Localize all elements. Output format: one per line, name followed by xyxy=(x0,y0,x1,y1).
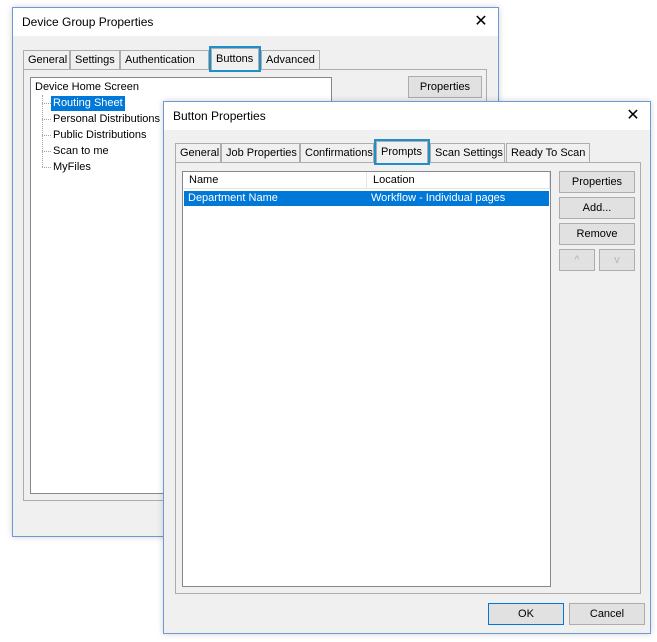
column-header-name[interactable]: Name xyxy=(183,172,367,189)
ok-button[interactable]: OK xyxy=(488,603,564,625)
tree-connector xyxy=(42,167,51,168)
device-properties-button[interactable]: Properties xyxy=(408,76,482,98)
list-item-location: Workflow - Individual pages xyxy=(371,192,506,204)
tab-general[interactable]: General xyxy=(175,143,221,162)
button-tab-panel: Name Location Department Name Workflow -… xyxy=(175,162,641,594)
tree-item-public-distributions[interactable]: Public Distributions xyxy=(51,128,149,143)
tab-job-properties[interactable]: Job Properties xyxy=(221,143,300,162)
tab-confirmations[interactable]: Confirmations xyxy=(300,143,374,162)
tree-item-myfiles[interactable]: MyFiles xyxy=(51,160,93,175)
tree-item-personal-distributions[interactable]: Personal Distributions xyxy=(51,112,162,127)
list-item[interactable]: Department Name Workflow - Individual pa… xyxy=(184,191,549,206)
tab-buttons[interactable]: Buttons xyxy=(209,46,261,72)
remove-prompt-button[interactable]: Remove xyxy=(559,223,635,245)
column-header-location[interactable]: Location xyxy=(367,172,550,189)
close-icon[interactable]: ✕ xyxy=(622,105,644,127)
tab-authentication[interactable]: Authentication xyxy=(120,50,209,69)
button-properties-title-bar: Button Properties ✕ xyxy=(164,102,650,130)
tab-advanced[interactable]: Advanced xyxy=(261,50,320,69)
cancel-button[interactable]: Cancel xyxy=(569,603,645,625)
dialog-title: Device Group Properties xyxy=(22,15,154,29)
dialog-title: Button Properties xyxy=(173,109,266,123)
button-properties-dialog: Button Properties ✕ General Job Properti… xyxy=(163,101,651,634)
tree-root-device-home-screen[interactable]: Device Home Screen xyxy=(33,80,141,95)
tree-connector xyxy=(42,95,43,167)
tab-settings[interactable]: Settings xyxy=(70,50,120,69)
device-group-title-bar: Device Group Properties ✕ xyxy=(13,8,498,36)
button-tab-strip: General Job Properties Confirmations Pro… xyxy=(175,139,595,165)
device-tab-strip: General Settings Authentication Buttons … xyxy=(23,46,323,72)
move-up-button[interactable]: ^ xyxy=(559,249,595,271)
tree-connector xyxy=(42,135,51,136)
prompts-list[interactable]: Name Location Department Name Workflow -… xyxy=(182,171,551,587)
tree-item-routing-sheet[interactable]: Routing Sheet xyxy=(51,96,125,111)
tab-scan-settings[interactable]: Scan Settings xyxy=(430,143,505,162)
move-down-button[interactable]: v xyxy=(599,249,635,271)
tree-connector xyxy=(42,151,51,152)
add-prompt-button[interactable]: Add... xyxy=(559,197,635,219)
tree-connector xyxy=(42,103,51,104)
tree-connector xyxy=(42,119,51,120)
list-item-name: Department Name xyxy=(188,192,278,204)
tree-item-scan-to-me[interactable]: Scan to me xyxy=(51,144,111,159)
prompt-properties-button[interactable]: Properties xyxy=(559,171,635,193)
close-icon[interactable]: ✕ xyxy=(470,11,492,33)
tab-ready-to-scan[interactable]: Ready To Scan xyxy=(506,143,590,162)
tab-general[interactable]: General xyxy=(23,50,70,69)
tab-prompts[interactable]: Prompts xyxy=(374,139,430,165)
